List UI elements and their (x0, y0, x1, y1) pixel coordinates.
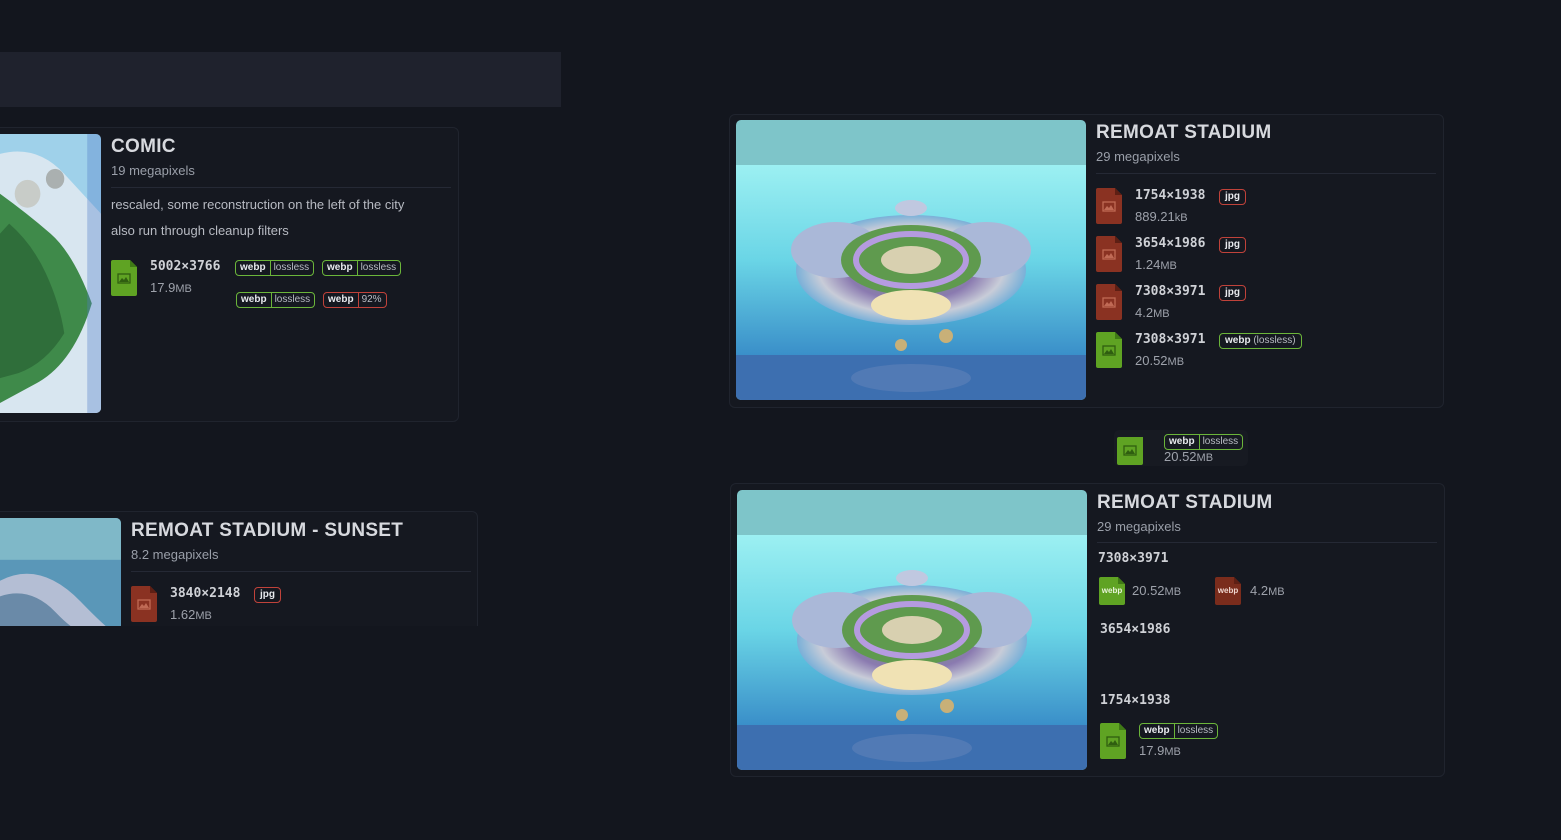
image-file-icon[interactable] (111, 260, 137, 296)
file-size: 4.2MB (1250, 583, 1285, 598)
stadium-1-megapixels: 29 megapixels (1096, 149, 1180, 164)
variant-badge[interactable]: webp lossless (236, 292, 316, 308)
variant-badge[interactable]: webp lossless (1139, 723, 1219, 739)
comic-thumbnail[interactable] (0, 134, 101, 413)
format-badge[interactable]: jpg (1219, 285, 1246, 301)
sunset-thumbnail[interactable] (0, 518, 121, 626)
variant-badge[interactable]: webp lossless (322, 260, 402, 276)
comic-resolution: 5002×3766 (150, 259, 221, 274)
variant-badge[interactable]: webp 92% (323, 292, 387, 308)
file-size: 1.24MB (1135, 257, 1177, 272)
format-badge[interactable]: jpg (254, 587, 281, 603)
resolution-group-heading: 3654×1986 (1100, 622, 1171, 637)
image-file-icon[interactable] (1096, 188, 1122, 224)
sunset-file-size: 1.62MB (170, 607, 212, 622)
image-file-icon (1117, 437, 1143, 465)
comic-title: COMIC (111, 136, 176, 157)
sunset-resolution: 3840×2148 (170, 586, 241, 601)
file-size: 4.2MB (1135, 305, 1170, 320)
webp-icon-label: webp (1101, 586, 1123, 595)
sunset-card-clip: REMOAT STADIUM - SUNSET 8.2 megapixels 3… (0, 505, 480, 626)
variant-badge: webp lossless (1164, 434, 1244, 450)
comic-file-size: 17.9MB (150, 280, 192, 295)
stadium-2-megapixels: 29 megapixels (1097, 519, 1181, 534)
top-bar (0, 52, 561, 107)
file-resolution: 3654×1986 (1135, 236, 1206, 251)
comic-divider (111, 187, 451, 188)
stadium-1-title: REMOAT STADIUM (1096, 122, 1272, 143)
stadium-thumbnail-1[interactable] (736, 120, 1086, 400)
comic-megapixels: 19 megapixels (111, 163, 195, 178)
file-size: 20.52MB (1135, 353, 1185, 368)
resolution-group-heading: 7308×3971 (1098, 551, 1169, 566)
format-badge[interactable]: jpg (1219, 189, 1246, 205)
file-size: 17.9MB (1139, 743, 1181, 758)
stadium-2-title: REMOAT STADIUM (1097, 492, 1273, 513)
comic-description-line-1: rescaled, some reconstruction on the lef… (111, 197, 405, 212)
variant-badge[interactable]: webp lossless (235, 260, 315, 276)
image-file-icon[interactable] (1096, 332, 1122, 368)
comic-description-line-2: also run through cleanup filters (111, 223, 289, 238)
sunset-megapixels: 8.2 megapixels (131, 547, 219, 562)
file-resolution: 1754×1938 (1135, 188, 1206, 203)
stadium-thumbnail-2[interactable] (737, 490, 1087, 770)
format-badge[interactable]: webp (lossless) (1219, 333, 1302, 349)
file-resolution: 7308×3971 (1135, 332, 1206, 347)
format-badge[interactable]: jpg (1219, 237, 1246, 253)
image-file-icon[interactable] (1100, 723, 1126, 759)
file-size: 20.52MB (1132, 583, 1182, 598)
image-file-icon[interactable] (1096, 236, 1122, 272)
jpg-icon-label: webp (1217, 586, 1239, 595)
file-resolution: 7308×3971 (1135, 284, 1206, 299)
stadium-2-divider (1097, 542, 1437, 543)
stadium-1-divider (1096, 173, 1436, 174)
image-file-icon[interactable] (1096, 284, 1122, 320)
sunset-title: REMOAT STADIUM - SUNSET (131, 520, 404, 541)
file-size: 889.21kB (1135, 209, 1188, 224)
drag-preview-size: 20.52MB (1164, 449, 1214, 464)
image-file-icon[interactable] (131, 586, 157, 622)
resolution-group-heading: 1754×1938 (1100, 693, 1171, 708)
sunset-divider (131, 571, 471, 572)
